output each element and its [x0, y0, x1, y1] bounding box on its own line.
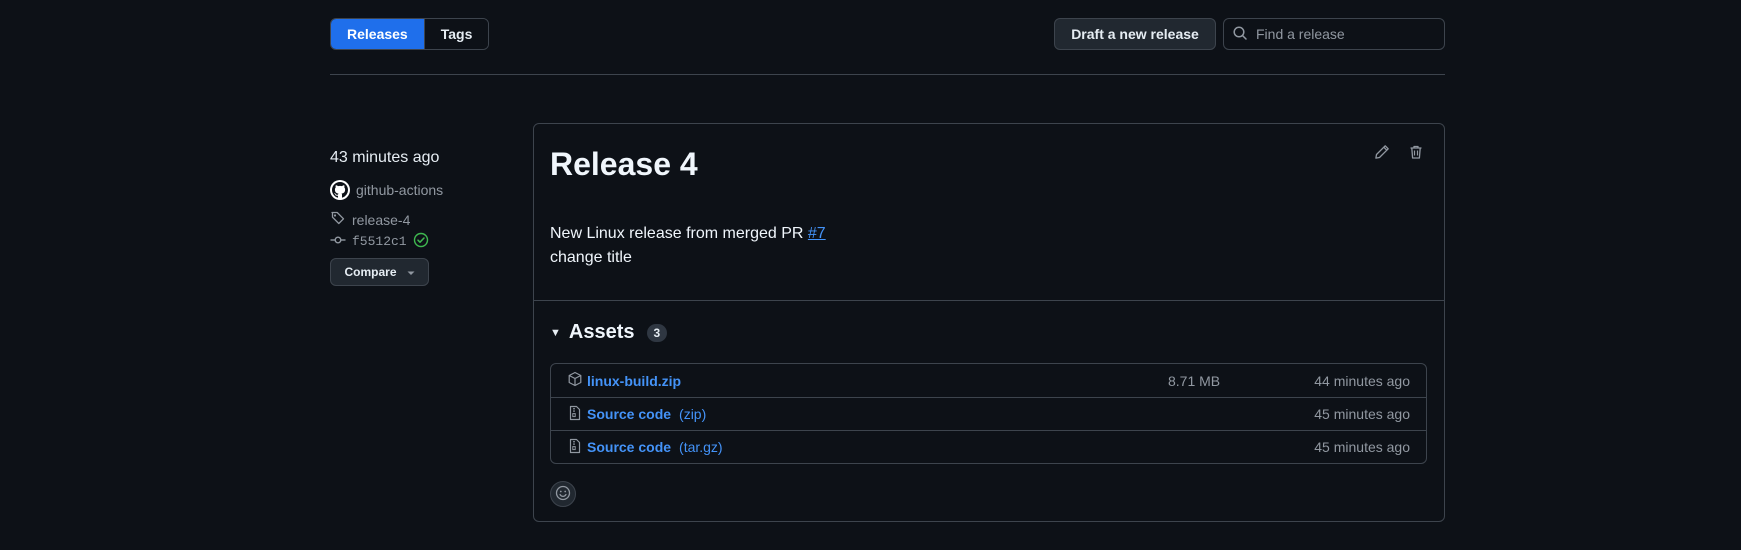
compare-label: Compare	[344, 265, 397, 279]
release-notes-prefix: New Linux release from merged PR	[550, 225, 808, 242]
release-card: Release 4 New Linux release from merged …	[533, 123, 1445, 522]
search-box	[1223, 18, 1445, 50]
pr-link[interactable]: #7	[808, 225, 826, 242]
compare-button[interactable]: Compare	[330, 258, 429, 286]
asset-link-source-zip[interactable]: Source code (zip)	[567, 405, 706, 424]
release-title[interactable]: Release 4	[550, 146, 698, 183]
release-time: 43 minutes ago	[330, 149, 440, 166]
asset-row: Source code (zip) 45 minutes ago	[551, 397, 1426, 430]
asset-size: 8.71 MB	[1168, 372, 1221, 389]
author-name: github-actions	[356, 182, 444, 198]
asset-ext: (zip)	[679, 406, 707, 422]
assets-toggle[interactable]: ▼ Assets 3	[550, 321, 668, 344]
release-author[interactable]: github-actions	[330, 180, 443, 200]
caret-down-icon: ▼	[550, 326, 561, 339]
assets-title: Assets	[568, 321, 635, 343]
tag-name: release-4	[352, 211, 411, 228]
file-zip-icon	[567, 438, 583, 457]
asset-list: linux-build.zip 8.71 MB 44 minutes ago S…	[550, 363, 1427, 464]
release-notes: New Linux release from merged PR #7 chan…	[550, 222, 826, 270]
smiley-icon	[555, 485, 571, 504]
release-notes-line-2: change title	[550, 249, 632, 266]
github-avatar-icon	[330, 180, 350, 200]
asset-name: linux-build.zip	[587, 372, 682, 389]
release-commit[interactable]: f5512c1	[330, 232, 429, 251]
find-release-input[interactable]	[1256, 26, 1436, 42]
tab-releases[interactable]: Releases	[331, 19, 424, 49]
tab-tags[interactable]: Tags	[423, 19, 489, 49]
releases-tags-nav: Releases Tags	[330, 18, 490, 50]
asset-time: 44 minutes ago	[1314, 372, 1410, 389]
commit-sha: f5512c1	[352, 234, 407, 249]
release-tag[interactable]: release-4	[330, 210, 410, 229]
release-notes-line-1: New Linux release from merged PR #7	[550, 222, 826, 246]
asset-link-source-targz[interactable]: Source code (tar.gz)	[567, 438, 723, 457]
package-icon	[567, 371, 583, 390]
asset-name: Source code	[587, 439, 672, 455]
asset-name: Source code	[587, 406, 672, 422]
asset-time: 45 minutes ago	[1314, 406, 1410, 422]
check-circle-icon[interactable]	[413, 232, 429, 251]
pencil-icon[interactable]	[1374, 144, 1390, 160]
chevron-down-icon	[407, 265, 415, 279]
release-actions	[1374, 144, 1424, 160]
search-icon	[1232, 25, 1248, 44]
asset-time: 45 minutes ago	[1314, 439, 1410, 455]
file-zip-icon	[567, 405, 583, 424]
trash-icon[interactable]	[1408, 144, 1424, 160]
add-reaction-button[interactable]	[550, 481, 576, 507]
assets-count-badge: 3	[646, 323, 668, 342]
draft-new-release-button[interactable]: Draft a new release	[1054, 18, 1216, 50]
header-divider	[330, 74, 1445, 75]
card-divider	[534, 300, 1444, 301]
tag-icon	[330, 210, 346, 229]
asset-row: Source code (tar.gz) 45 minutes ago	[551, 430, 1426, 463]
asset-link-linux-build[interactable]: linux-build.zip	[567, 371, 681, 390]
commit-icon	[330, 232, 346, 251]
asset-ext: (tar.gz)	[679, 439, 723, 455]
asset-row: linux-build.zip 8.71 MB 44 minutes ago	[551, 364, 1426, 397]
